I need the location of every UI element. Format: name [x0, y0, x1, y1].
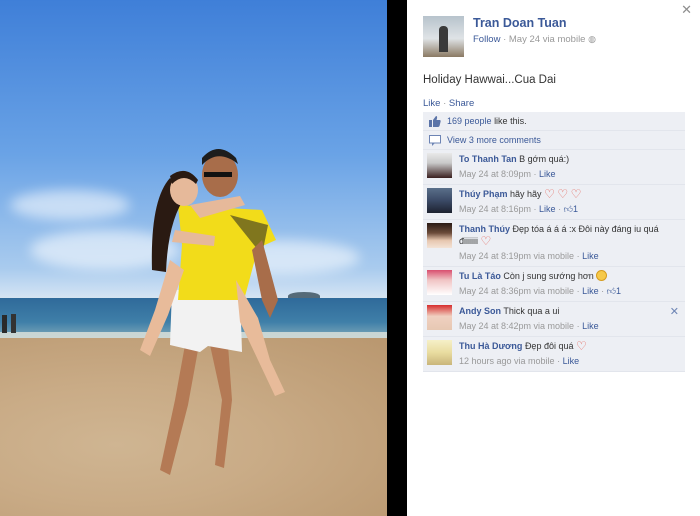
- heart-emoticon: ♡: [570, 187, 582, 201]
- comment-item: To Thanh Tan B gớm quá:) May 24 at 8:09p…: [423, 150, 685, 185]
- comment-text: Thick qua a ui: [503, 306, 560, 316]
- comment-time[interactable]: May 24 at 8:19pm via mobile: [459, 251, 574, 261]
- post-meta: Follow · May 24 via mobile ◍: [473, 34, 596, 45]
- commenter-name[interactable]: Tu Là Táo: [459, 271, 501, 281]
- commenter-name[interactable]: Thu Hà Dương: [459, 341, 522, 351]
- commenter-name[interactable]: To Thanh Tan: [459, 154, 517, 164]
- globe-icon: ◍: [588, 35, 596, 45]
- comment-like-count[interactable]: 👍︎1: [564, 204, 578, 214]
- view-more-comments-link[interactable]: View 3 more comments: [447, 135, 541, 145]
- viewer-divider: [387, 0, 407, 516]
- comment-time[interactable]: May 24 at 8:09pm: [459, 169, 531, 179]
- commenter-name[interactable]: Thúy Phạm: [459, 189, 508, 199]
- view-more-comments[interactable]: View 3 more comments: [423, 131, 685, 150]
- likes-count-link[interactable]: 169 people: [447, 116, 492, 126]
- author-avatar[interactable]: [423, 16, 464, 57]
- thumbs-up-icon: [429, 115, 441, 127]
- commenter-name[interactable]: Thanh Thúy: [459, 224, 510, 234]
- comment-item: Tu Là Táo Còn j sung sướng hơn May 24 at…: [423, 267, 685, 302]
- comment-text: Đẹp đôi quá: [524, 341, 574, 351]
- remove-comment-icon[interactable]: ✕: [670, 305, 679, 318]
- thumbs-up-icon: 👍︎: [606, 286, 616, 296]
- comment-meta: May 24 at 8:16pm · Like · 👍︎1: [459, 204, 578, 214]
- thumbs-up-icon: 👍︎: [563, 204, 573, 214]
- post-actions: Like · Share: [423, 98, 474, 109]
- comment-like-link[interactable]: Like: [582, 321, 599, 331]
- photo-couple: [2, 149, 285, 475]
- commenter-avatar[interactable]: [427, 270, 452, 295]
- comment-meta: May 24 at 8:42pm via mobile · Like: [459, 321, 599, 331]
- heart-emoticon: ♡: [557, 187, 569, 201]
- comment-meta: 12 hours ago via mobile · Like: [459, 356, 580, 366]
- smile-emoticon: [596, 270, 608, 281]
- comment-meta: May 24 at 8:36pm via mobile · Like · 👍︎1: [459, 286, 621, 296]
- comment-item: Thúy Phạm hãy hãy ♡ ♡ ♡ May 24 at 8:16pm…: [423, 185, 685, 220]
- comment-text: B gớm quá:): [519, 154, 570, 164]
- commenter-name[interactable]: Andy Son: [459, 306, 501, 316]
- comment-time[interactable]: May 24 at 8:42pm via mobile: [459, 321, 574, 331]
- comment-like-link[interactable]: Like: [582, 251, 599, 261]
- post-header: Tran Doan Tuan Follow · May 24 via mobil…: [423, 16, 596, 57]
- comment-like-link[interactable]: Like: [539, 169, 556, 179]
- comment-time[interactable]: May 24 at 8:16pm: [459, 204, 531, 214]
- follow-link[interactable]: Follow: [473, 34, 500, 45]
- commenter-avatar[interactable]: [427, 340, 452, 365]
- comment-item: Andy Son Thick qua a ui May 24 at 8:42pm…: [423, 302, 685, 337]
- heart-emoticon: ♡: [480, 234, 492, 248]
- comment-text: Còn j sung sướng hơn: [503, 271, 594, 281]
- heart-emoticon: ♡: [576, 339, 587, 353]
- like-count-value: 1: [615, 286, 621, 296]
- comment-time[interactable]: May 24 at 8:36pm via mobile: [459, 286, 574, 296]
- post-timestamp: · May 24 via mobile: [503, 34, 586, 45]
- share-link[interactable]: Share: [449, 98, 474, 109]
- comment-text: hãy hãy: [510, 189, 542, 199]
- comment-time[interactable]: 12 hours ago via mobile: [459, 356, 555, 366]
- like-count-value: 1: [572, 204, 578, 214]
- author-name[interactable]: Tran Doan Tuan: [473, 16, 596, 30]
- close-icon[interactable]: ✕: [681, 3, 692, 18]
- comment-item: Thanh Thúy Đẹp tóa á á á :x Đôi này đáng…: [423, 220, 685, 267]
- likes-suffix: like this.: [494, 116, 527, 126]
- commenter-avatar[interactable]: [427, 223, 452, 248]
- comment-like-link[interactable]: Like: [539, 204, 556, 214]
- comment-item: Thu Hà Dương Đẹp đôi quá ♡ 12 hours ago …: [423, 337, 685, 372]
- commenter-avatar[interactable]: [427, 188, 452, 213]
- comment-like-count[interactable]: 👍︎1: [607, 286, 621, 296]
- like-link[interactable]: Like: [423, 98, 440, 109]
- heart-emoticon: ♡: [544, 187, 555, 201]
- comment-icon: [429, 134, 441, 146]
- comment-like-link[interactable]: Like: [563, 356, 580, 366]
- likes-summary: 169 people like this.: [423, 112, 685, 131]
- comment-like-link[interactable]: Like: [582, 286, 599, 296]
- post-photo[interactable]: [0, 0, 387, 516]
- comment-meta: May 24 at 8:19pm via mobile · Like: [459, 251, 599, 261]
- feedback-section: 169 people like this. View 3 more commen…: [423, 112, 685, 372]
- comment-meta: May 24 at 8:09pm · Like: [459, 169, 556, 179]
- commenter-avatar[interactable]: [427, 305, 452, 330]
- commenter-avatar[interactable]: [427, 153, 452, 178]
- post-details-panel: ✕ Tran Doan Tuan Follow · May 24 via mob…: [407, 0, 700, 516]
- post-caption: Holiday Hawwai...Cua Dai: [423, 74, 556, 86]
